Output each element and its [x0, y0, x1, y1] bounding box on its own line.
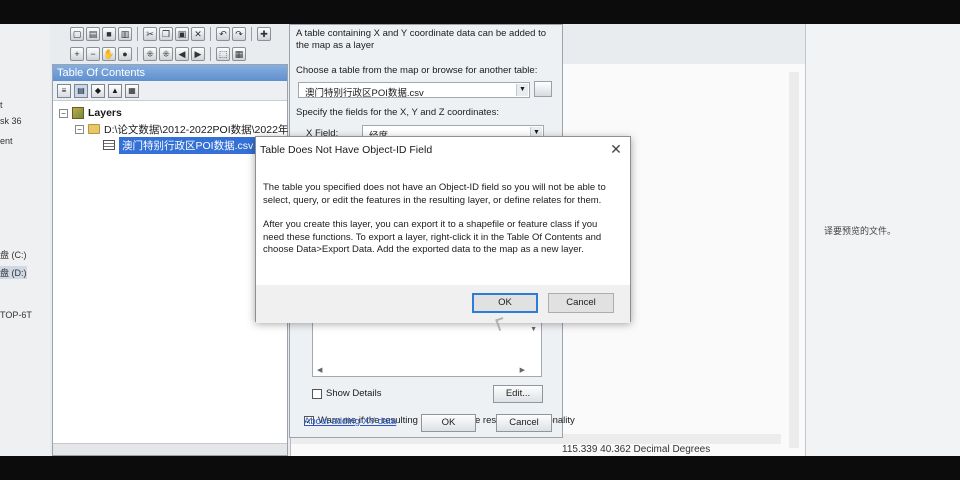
- checkbox-box[interactable]: [312, 388, 322, 399]
- table-of-contents-panel: Table Of Contents ≡ ▤ ◆ ▲ ▦ − Layers − D…: [52, 64, 304, 456]
- forward-arrow-icon[interactable]: ▶: [191, 47, 205, 61]
- background-app-strip: t sk 36 ent 盘 (C:) 盘 (D:) TOP-6T: [0, 24, 50, 456]
- coordinate-system-description: ▼ ◀ ▶: [312, 321, 542, 377]
- print-icon[interactable]: ▥: [118, 27, 132, 41]
- fixed-zoom-out-icon[interactable]: ⁜: [159, 47, 173, 61]
- toolbar-separator: [137, 47, 138, 61]
- background-app-item: t: [0, 100, 3, 110]
- selected-table-layer[interactable]: 澳门特别行政区POI数据.csv: [119, 136, 257, 154]
- table-select[interactable]: 澳门特别行政区POI数据.csv ▼: [298, 82, 530, 98]
- folder-path: D:\论文数据\2012-2022POI数据\2022年PO: [104, 123, 304, 136]
- collapse-icon[interactable]: −: [59, 108, 68, 118]
- undo-icon[interactable]: ↶: [216, 27, 230, 41]
- drive-d-item[interactable]: 盘 (D:): [0, 266, 27, 279]
- tree-row-layers[interactable]: − Layers: [59, 105, 122, 121]
- toc-title: Table Of Contents: [53, 65, 287, 81]
- tree-row-table[interactable]: 澳门特别行政区POI数据.csv: [103, 136, 257, 154]
- toc-toolbar: ≡ ▤ ◆ ▲ ▦: [53, 81, 287, 101]
- redo-icon[interactable]: ↷: [232, 27, 246, 41]
- modal-paragraph: After you create this layer, you can exp…: [263, 219, 602, 255]
- tree-row-folder[interactable]: − D:\论文数据\2012-2022POI数据\2022年PO: [75, 121, 304, 137]
- tools-toolbar: + − ✋ ● ⁜ ⁜ ◀ ▶ ⬚ ▦: [50, 44, 246, 64]
- toc-options-icon[interactable]: ▦: [125, 83, 139, 98]
- modal-titlebar: Table Does Not Have Object-ID Field ✕: [256, 137, 630, 163]
- toolbar-separator: [210, 27, 211, 41]
- modal-title: Table Does Not Have Object-ID Field: [260, 144, 433, 156]
- save-icon[interactable]: ■: [102, 27, 116, 41]
- edit-button[interactable]: Edit...: [493, 385, 543, 403]
- cut-icon[interactable]: ✂: [143, 27, 157, 41]
- back-arrow-icon[interactable]: ◀: [175, 47, 189, 61]
- list-by-selection-icon[interactable]: ▲: [108, 83, 122, 98]
- status-coordinates: 115.339 40.362 Decimal Degrees: [562, 444, 711, 455]
- paste-icon[interactable]: ▣: [175, 27, 189, 41]
- chevron-right-icon[interactable]: ▶: [520, 366, 525, 374]
- add-data-icon[interactable]: ✚: [257, 27, 271, 41]
- new-document-icon[interactable]: ▢: [70, 27, 84, 41]
- delete-icon[interactable]: ✕: [191, 27, 205, 41]
- xy-cancel-button[interactable]: Cancel: [496, 414, 552, 432]
- copy-icon[interactable]: ❐: [159, 27, 173, 41]
- close-icon[interactable]: ✕: [608, 141, 624, 157]
- modal-cancel-button[interactable]: Cancel: [548, 293, 614, 313]
- background-app-item: sk 36: [0, 116, 22, 126]
- list-by-source-icon[interactable]: ▤: [74, 83, 88, 98]
- fixed-zoom-in-icon[interactable]: ⁜: [143, 47, 157, 61]
- modal-paragraph: The table you specified does not have an…: [263, 182, 606, 206]
- toolbar-separator: [210, 47, 211, 61]
- chevron-down-icon[interactable]: ▼: [516, 84, 528, 96]
- xy-ok-button[interactable]: OK: [421, 414, 476, 432]
- chevron-down-icon[interactable]: ▼: [530, 326, 537, 333]
- drive-c-item[interactable]: 盘 (C:): [0, 248, 27, 261]
- screen: t sk 36 ent 盘 (C:) 盘 (D:) TOP-6T ▢ ▤ ■ ▥…: [0, 24, 960, 456]
- background-app-item: ent: [0, 136, 13, 146]
- toolbar-separator: [251, 27, 252, 41]
- zoom-in-icon[interactable]: +: [70, 47, 84, 61]
- browse-folder-icon[interactable]: [534, 81, 552, 97]
- map-vertical-scrollbar[interactable]: [789, 72, 799, 448]
- layer-tree: − Layers − D:\论文数据\2012-2022POI数据\2022年P…: [53, 101, 304, 441]
- layers-label: Layers: [88, 107, 122, 119]
- list-by-drawing-order-icon[interactable]: ≡: [57, 83, 71, 98]
- toolbar-separator: [137, 27, 138, 41]
- specify-fields-label: Specify the fields for the X, Y and Z co…: [296, 107, 499, 118]
- modal-ok-button[interactable]: OK: [472, 293, 538, 313]
- show-details-checkbox[interactable]: Show Details: [312, 388, 381, 399]
- about-adding-xy-data-link[interactable]: About adding XY data: [304, 416, 396, 427]
- dialog-description: A table containing X and Y coordinate da…: [296, 28, 547, 51]
- clear-selection-icon[interactable]: ▦: [232, 47, 246, 61]
- full-extent-icon[interactable]: ●: [118, 47, 132, 61]
- computer-name: TOP-6T: [0, 310, 32, 320]
- background-right-window: 译要预览的文件。: [805, 24, 960, 456]
- show-details-label: Show Details: [326, 388, 382, 399]
- preview-hint-text: 译要预览的文件。: [824, 226, 897, 236]
- select-features-icon[interactable]: ⬚: [216, 47, 230, 61]
- open-folder-icon[interactable]: ▤: [86, 27, 100, 41]
- chevron-left-icon[interactable]: ◀: [317, 366, 322, 374]
- modal-footer: OK Cancel: [256, 285, 630, 323]
- list-by-visibility-icon[interactable]: ◆: [91, 83, 105, 98]
- toc-horizontal-scrollbar[interactable]: [53, 443, 287, 455]
- table-select-value: 澳门特别行政区POI数据.csv: [305, 88, 424, 98]
- modal-body: The table you specified does not have an…: [256, 163, 630, 285]
- collapse-icon[interactable]: −: [75, 124, 84, 134]
- choose-table-label: Choose a table from the map or browse fo…: [296, 65, 538, 76]
- zoom-out-icon[interactable]: −: [86, 47, 100, 61]
- table-icon: [103, 140, 115, 150]
- standard-toolbar: ▢ ▤ ■ ▥ ✂ ❐ ▣ ✕ ↶ ↷ ✚: [50, 24, 271, 44]
- object-id-warning-dialog: Table Does Not Have Object-ID Field ✕ Th…: [255, 136, 631, 323]
- folder-icon: [88, 124, 100, 134]
- layers-icon: [72, 107, 84, 119]
- pan-hand-icon[interactable]: ✋: [102, 47, 116, 61]
